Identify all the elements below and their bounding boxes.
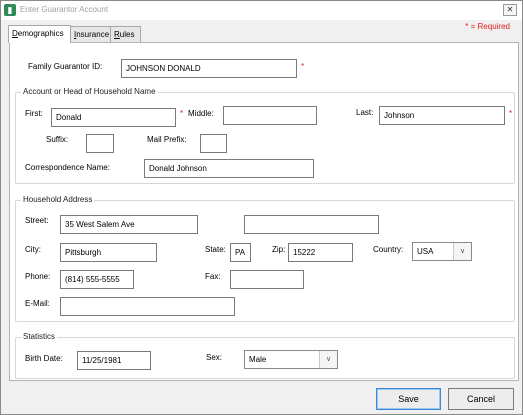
street-line2-field[interactable] — [244, 215, 379, 234]
demographics-panel: Family Guarantor ID: JOHNSON DONALD * Ac… — [9, 42, 519, 381]
middle-name-field[interactable] — [223, 106, 317, 125]
save-button[interactable]: Save — [376, 388, 441, 410]
address-group-title: Household Address — [21, 195, 95, 204]
tab-demographics[interactable]: Demographics — [8, 25, 71, 43]
chevron-down-icon[interactable]: ∨ — [319, 351, 337, 368]
chevron-down-icon[interactable]: ∨ — [453, 243, 471, 260]
fax-field[interactable] — [230, 270, 304, 289]
required-mark: * — [180, 109, 184, 118]
guarantor-id-label: Family Guarantor ID: — [28, 62, 103, 71]
mail-prefix-label: Mail Prefix: — [147, 135, 187, 144]
state-label: State: — [205, 245, 226, 254]
zip-label: Zip: — [272, 245, 286, 254]
birth-date-field[interactable]: 11/25/1981 — [77, 351, 151, 370]
country-select[interactable]: USA ∨ — [412, 242, 472, 261]
country-value: USA — [417, 247, 434, 256]
city-label: City: — [25, 245, 41, 254]
required-note: * = Required — [465, 22, 510, 31]
correspondence-name-label: Correspondence Name: — [25, 163, 110, 172]
tab-insurance[interactable]: Insurance — [70, 26, 111, 42]
guarantor-id-field[interactable]: JOHNSON DONALD — [121, 59, 297, 78]
street-label: Street: — [25, 216, 49, 225]
statistics-group-title: Statistics — [21, 332, 58, 341]
window-title: Enter Guarantor Account — [20, 5, 109, 14]
sex-select[interactable]: Male ∨ — [244, 350, 338, 369]
first-name-field[interactable]: Donald — [51, 108, 176, 127]
state-field[interactable]: PA — [230, 243, 251, 262]
tab-rules[interactable]: Rules — [110, 26, 141, 42]
app-icon: ▮ — [4, 4, 16, 16]
suffix-label: Suffix: — [46, 135, 69, 144]
birth-date-label: Birth Date: — [25, 354, 63, 363]
street-field[interactable]: 35 West Salem Ave — [60, 215, 198, 234]
fax-label: Fax: — [205, 272, 221, 281]
sex-value: Male — [249, 355, 267, 364]
close-icon[interactable]: ✕ — [503, 4, 517, 16]
guarantor-dialog: ▮ Enter Guarantor Account ✕ * = Required… — [0, 0, 523, 415]
account-name-group: Account or Head of Household Name First:… — [15, 87, 515, 184]
account-group-title: Account or Head of Household Name — [21, 87, 158, 96]
correspondence-name-field[interactable]: Donald Johnson — [144, 159, 314, 178]
required-mark: * — [509, 109, 513, 118]
middle-name-label: Middle: — [188, 109, 214, 118]
required-mark: * — [301, 62, 305, 71]
country-label: Country: — [373, 245, 404, 254]
phone-label: Phone: — [25, 272, 51, 281]
title-bar: ▮ Enter Guarantor Account ✕ — [1, 1, 522, 20]
phone-field[interactable]: (814) 555-5555 — [60, 270, 134, 289]
suffix-field[interactable] — [86, 134, 114, 153]
mail-prefix-field[interactable] — [200, 134, 227, 153]
sex-label: Sex: — [206, 353, 223, 362]
zip-field[interactable]: 15222 — [288, 243, 353, 262]
email-field[interactable] — [60, 297, 235, 316]
email-label: E-Mail: — [25, 299, 50, 308]
last-name-label: Last: — [356, 108, 374, 117]
household-address-group: Household Address Street: 35 West Salem … — [15, 195, 515, 322]
last-name-field[interactable]: Johnson — [379, 106, 505, 125]
statistics-group: Statistics Birth Date: 11/25/1981 Sex: M… — [15, 332, 515, 379]
first-name-label: First: — [25, 109, 43, 118]
city-field[interactable]: Pittsburgh — [60, 243, 157, 262]
cancel-button[interactable]: Cancel — [448, 388, 514, 410]
